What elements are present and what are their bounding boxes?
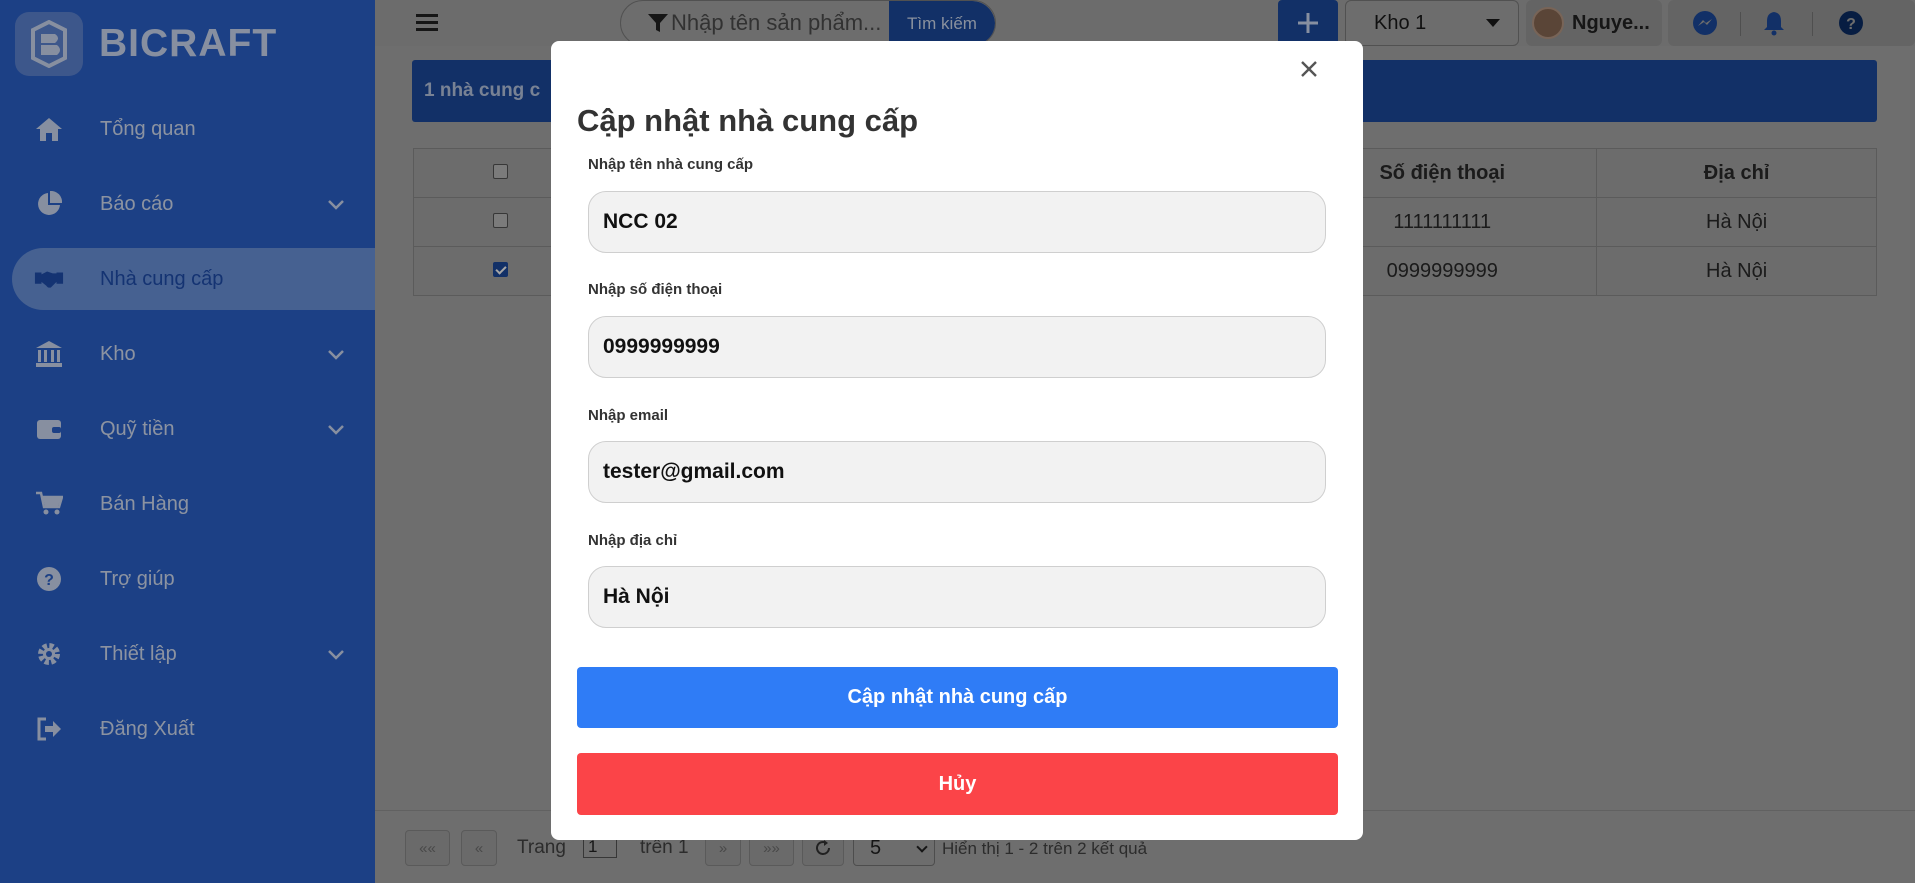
phone-label: Nhập số điện thoại	[588, 281, 723, 298]
supplier-name-label: Nhập tên nhà cung cấp	[588, 156, 754, 173]
close-button[interactable]	[1295, 55, 1323, 83]
update-supplier-button[interactable]: Cập nhật nhà cung cấp	[577, 667, 1338, 728]
close-icon	[1301, 61, 1317, 77]
update-supplier-modal: Cập nhật nhà cung cấp Nhập tên nhà cung …	[551, 41, 1363, 840]
address-label: Nhập địa chỉ	[588, 532, 678, 549]
address-input[interactable]	[588, 566, 1326, 628]
phone-input[interactable]	[588, 316, 1326, 378]
cancel-button[interactable]: Hủy	[577, 753, 1338, 815]
supplier-name-input[interactable]	[588, 191, 1326, 253]
email-input[interactable]	[588, 441, 1326, 503]
email-label: Nhập email	[588, 407, 669, 424]
modal-title: Cập nhật nhà cung cấp	[577, 103, 919, 138]
